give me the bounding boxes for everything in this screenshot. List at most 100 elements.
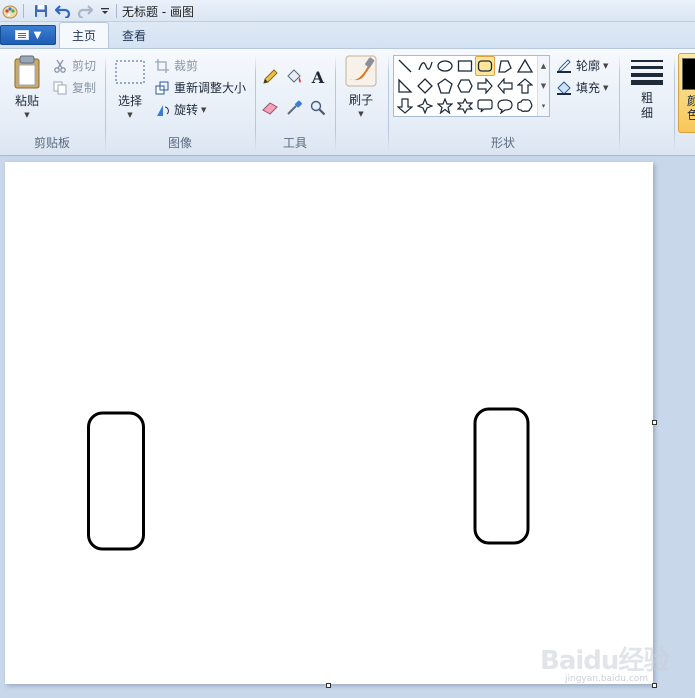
ribbon: 粘贴 ▼ 剪切 复制 剪贴板 选择 ▼ 裁剪 重新调整大小 旋转 ▼ 图像 A … xyxy=(0,48,695,156)
canvas-resize-handle-bottom[interactable] xyxy=(326,683,331,688)
brushes-group: 刷子 ▼ xyxy=(337,49,385,155)
line-width-icon xyxy=(631,60,663,85)
scissors-icon xyxy=(52,58,68,74)
window-title: 无标题 - 画图 xyxy=(122,5,194,19)
paint-app-icon[interactable] xyxy=(1,2,19,20)
chevron-down-icon: ▼ xyxy=(603,61,609,70)
triangle-shape-icon[interactable] xyxy=(515,56,535,76)
gallery-scroll-up[interactable]: ▲ xyxy=(537,56,549,76)
chevron-down-icon: ▼ xyxy=(33,29,42,41)
app-menu-button[interactable]: ▼ xyxy=(0,25,56,45)
resize-button[interactable]: 重新调整大小 xyxy=(154,79,246,96)
gallery-scroll-down[interactable]: ▼ xyxy=(537,76,549,96)
hexagon-shape-icon[interactable] xyxy=(455,76,475,96)
color1-swatch xyxy=(682,58,695,90)
cut-button[interactable]: 剪切 xyxy=(52,57,96,74)
right-arrow-shape-icon[interactable] xyxy=(475,76,495,96)
oval-callout-shape-icon[interactable] xyxy=(495,96,515,116)
customize-dropdown-icon[interactable] xyxy=(96,2,114,20)
clipboard-group: 粘贴 ▼ 剪切 复制 剪贴板 xyxy=(0,49,104,155)
down-arrow-shape-icon[interactable] xyxy=(395,96,415,116)
ribbon-tab-row: ▼ 主页 查看 xyxy=(0,22,695,48)
line-shape-icon[interactable] xyxy=(395,56,415,76)
group-label: 形状 xyxy=(490,136,515,150)
save-icon[interactable] xyxy=(32,2,50,20)
resize-icon xyxy=(154,80,170,96)
copy-button[interactable]: 复制 xyxy=(52,79,96,96)
cut-label: 剪切 xyxy=(72,59,97,73)
tab-view[interactable]: 查看 xyxy=(110,22,158,48)
color1-label: 颜 色 xyxy=(686,94,695,122)
fill-icon[interactable] xyxy=(284,67,304,87)
six-point-star-shape-icon[interactable] xyxy=(455,96,475,116)
brush-icon xyxy=(345,55,377,87)
up-arrow-shape-icon[interactable] xyxy=(515,76,535,96)
chevron-down-icon: ▼ xyxy=(201,105,207,114)
five-point-star-shape-icon[interactable] xyxy=(435,96,455,116)
crop-label: 裁剪 xyxy=(174,59,199,73)
four-point-star-shape-icon[interactable] xyxy=(415,96,435,116)
text-icon[interactable]: A xyxy=(308,67,328,87)
outline-icon xyxy=(556,58,572,74)
rotate-label: 旋转 xyxy=(174,103,199,117)
tab-label: 主页 xyxy=(72,29,97,43)
separator xyxy=(23,4,24,18)
polygon-shape-icon[interactable] xyxy=(495,56,515,76)
crop-icon xyxy=(154,58,170,74)
size-button[interactable]: 粗 细 xyxy=(626,59,668,121)
undo-icon[interactable] xyxy=(54,2,72,20)
brushes-button[interactable]: 刷子 ▼ xyxy=(343,55,379,118)
rectangle-shape-icon[interactable] xyxy=(455,56,475,76)
size-label: 粗 细 xyxy=(640,91,653,120)
copy-icon xyxy=(52,80,68,96)
fill-button[interactable]: 填充 ▼ xyxy=(556,79,608,96)
pencil-icon[interactable] xyxy=(260,67,280,87)
oval-shape-icon[interactable] xyxy=(435,56,455,76)
color1-button[interactable]: 颜 色 xyxy=(678,53,695,133)
magnifier-icon[interactable] xyxy=(308,98,328,118)
cloud-callout-shape-icon[interactable] xyxy=(515,96,535,116)
canvas-resize-handle-corner[interactable] xyxy=(652,683,657,688)
separator xyxy=(116,4,117,18)
select-button[interactable]: 选择 ▼ xyxy=(112,59,148,119)
tools-group: A 工具 xyxy=(256,49,334,155)
menu-icon xyxy=(14,30,29,40)
redo-icon[interactable] xyxy=(76,2,94,20)
canvas-drawing xyxy=(87,407,530,551)
eraser-icon[interactable] xyxy=(260,98,280,118)
drawn-rounded-rectangle-right xyxy=(473,407,530,545)
select-label: 选择 xyxy=(117,94,142,108)
outline-label: 轮廓 xyxy=(576,59,601,73)
shapes-gallery: ▲ ▼ ▾ xyxy=(393,55,550,117)
curve-shape-icon[interactable] xyxy=(415,56,435,76)
chevron-down-icon: ▼ xyxy=(358,110,364,118)
right-triangle-shape-icon[interactable] xyxy=(395,76,415,96)
brushes-label: 刷子 xyxy=(348,93,373,107)
chevron-down-icon: ▼ xyxy=(24,111,30,119)
fill-label: 填充 xyxy=(576,81,601,95)
drawing-canvas[interactable]: Baidu经验 jingyan.baidu.com xyxy=(5,162,669,684)
baidu-watermark: Baidu经验 xyxy=(540,646,669,676)
canvas-workspace: Baidu经验 jingyan.baidu.com xyxy=(0,157,695,698)
paste-button[interactable]: 粘贴 ▼ xyxy=(8,55,46,119)
crop-button[interactable]: 裁剪 xyxy=(154,57,198,74)
left-arrow-shape-icon[interactable] xyxy=(495,76,515,96)
copy-label: 复制 xyxy=(72,81,97,95)
clipboard-icon xyxy=(14,55,40,89)
rounded-callout-shape-icon[interactable] xyxy=(475,96,495,116)
canvas-resize-handle-right[interactable] xyxy=(652,420,657,425)
rounded-rectangle-shape-icon[interactable] xyxy=(475,56,495,76)
pentagon-shape-icon[interactable] xyxy=(435,76,455,96)
rotate-button[interactable]: 旋转 ▼ xyxy=(154,101,206,118)
group-label: 工具 xyxy=(282,136,307,150)
title-bar: 无标题 - 画图 xyxy=(0,0,695,22)
tab-home[interactable]: 主页 xyxy=(59,22,110,48)
rotate-icon xyxy=(154,102,170,118)
resize-label: 重新调整大小 xyxy=(174,81,247,95)
diamond-shape-icon[interactable] xyxy=(415,76,435,96)
outline-button[interactable]: 轮廓 ▼ xyxy=(556,57,608,74)
color-picker-icon[interactable] xyxy=(284,98,304,118)
watermark-url: jingyan.baidu.com xyxy=(565,674,649,684)
gallery-expand[interactable]: ▾ xyxy=(537,96,549,116)
tab-label: 查看 xyxy=(122,28,147,43)
